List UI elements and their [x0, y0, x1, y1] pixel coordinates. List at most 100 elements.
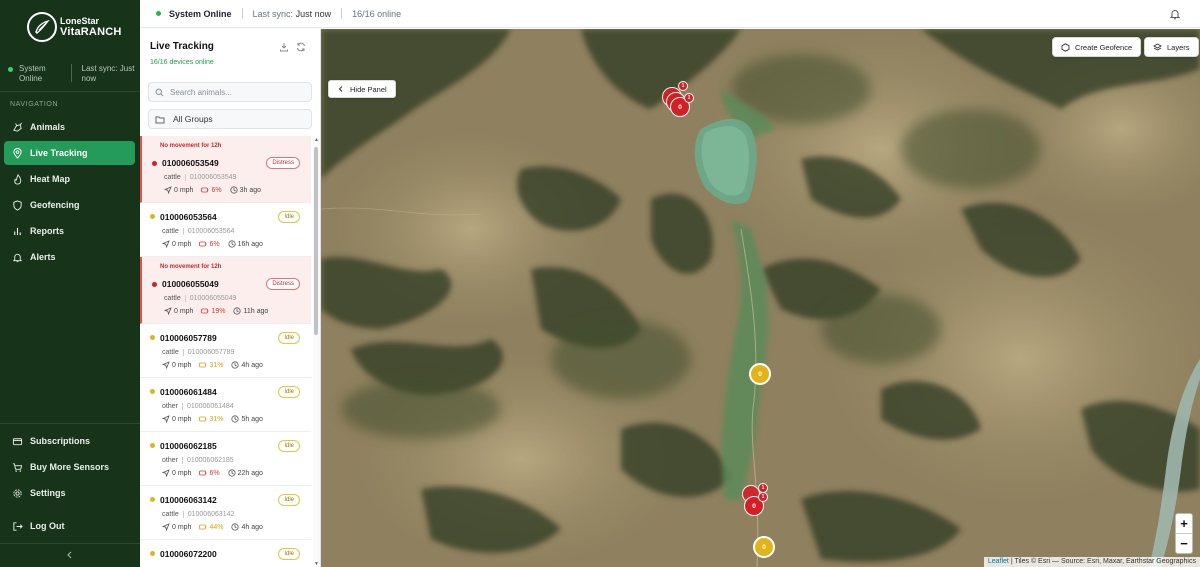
sidebar-last-sync: Last sync: Just now	[81, 64, 135, 83]
online-count: 16/16 online	[352, 8, 402, 19]
sidebar-item-label: Live Tracking	[30, 148, 88, 158]
gear-icon	[13, 488, 22, 498]
chevron-left-icon[interactable]	[64, 550, 76, 562]
animal-id: 010006053564	[160, 212, 217, 222]
satellite-map[interactable]: Hide Panel Create Geofence Layers 0 0 0 …	[321, 29, 1200, 567]
layers-button[interactable]: Layers	[1144, 37, 1199, 57]
create-geofence-button[interactable]: Create Geofence	[1052, 37, 1142, 57]
online-dot	[8, 67, 13, 72]
create-geofence-label: Create Geofence	[1075, 42, 1133, 52]
map-cluster-marker[interactable]: 1	[678, 81, 688, 91]
animal-id: 010006062185	[160, 441, 217, 451]
navigation-arrow-icon	[164, 186, 172, 194]
bar-chart-icon	[14, 227, 21, 235]
animal-list-item[interactable]: 010006062185 Idle other 010006062185 0 mp…	[140, 432, 311, 486]
sidebar-item-settings[interactable]: Settings	[4, 481, 135, 505]
sidebar-item-label: Buy More Sensors	[30, 462, 110, 472]
logout-icon	[13, 521, 23, 531]
status-dot	[150, 214, 155, 219]
battery-icon	[199, 470, 207, 476]
speed: 0 mph	[174, 186, 194, 194]
animal-list-item[interactable]: No movement for 12h 010006053549 Distres…	[140, 136, 311, 203]
search-icon	[155, 88, 164, 96]
animal-list-item[interactable]: 010006063142 Idle cattle 010006063142 0 m…	[140, 486, 311, 540]
battery: 6%	[209, 469, 220, 477]
animal-list-item[interactable]: No movement for 12h 010006055049 Distres…	[140, 257, 311, 324]
last-seen: 4h ago	[241, 523, 263, 531]
sidebar-item-alerts[interactable]: Alerts	[4, 245, 135, 269]
speed: 0 mph	[172, 523, 192, 531]
animal-type: other	[162, 457, 178, 464]
brand-bottom: VitaRANCH	[60, 26, 122, 38]
sidebar-status-online: System Online	[19, 64, 46, 83]
sync-label: Last sync:	[252, 8, 294, 19]
animal-id: 010006061484	[160, 387, 217, 397]
hide-panel-button[interactable]: Hide Panel	[328, 80, 396, 98]
sidebar-item-buy-more-sensors[interactable]: Buy More Sensors	[4, 455, 135, 479]
animal-list-item[interactable]: 010006072200 Idle	[140, 540, 311, 567]
attribution-text: | Tiles © Esri — Source: Esri, Maxar, Ea…	[1010, 558, 1196, 565]
list-scrollbar[interactable]: ▲ ▼	[313, 137, 320, 567]
map-cluster-marker[interactable]: 0	[753, 536, 775, 558]
battery-icon	[199, 524, 207, 530]
clock-icon	[229, 186, 238, 194]
brand-logo[interactable]: LoneStar VitaRANCH	[27, 12, 122, 42]
status-dot	[152, 282, 157, 287]
sidebar-item-live-tracking[interactable]: Live Tracking	[4, 141, 135, 165]
group-filter[interactable]: All Groups	[148, 109, 312, 129]
download-icon[interactable]	[279, 42, 289, 52]
last-seen: 22h ago	[237, 469, 263, 477]
animal-list-item[interactable]: 010006057789 Idle cattle 010006057789 0 m…	[140, 324, 311, 378]
status-badge: Idle	[278, 548, 300, 560]
paw-icon	[13, 122, 22, 132]
animal-tag: 010006061484	[181, 403, 234, 410]
scrollbar-thumb[interactable]	[314, 147, 318, 335]
sidebar-item-subscriptions[interactable]: Subscriptions	[4, 429, 135, 453]
sidebar-item-animals[interactable]: Animals	[4, 115, 135, 139]
sidebar-item-geofencing[interactable]: Geofencing	[4, 193, 135, 217]
cart-icon	[12, 462, 23, 472]
status-dot	[150, 335, 155, 340]
zoom-control: + −	[1175, 513, 1193, 554]
battery-icon	[199, 362, 207, 368]
sidebar-item-log-out[interactable]: Log Out	[4, 514, 135, 538]
status-dot	[150, 389, 155, 394]
sidebar-item-heat-map[interactable]: Heat Map	[4, 167, 135, 191]
hexagon-icon	[1061, 42, 1070, 52]
tracking-panel: Live Tracking 16/16 devices online All G…	[140, 29, 321, 567]
layers-icon	[1153, 42, 1162, 51]
map-cluster-marker[interactable]: 0	[749, 363, 771, 385]
search-field[interactable]	[148, 82, 312, 102]
refresh-icon[interactable]	[296, 42, 306, 52]
speed: 0 mph	[172, 415, 192, 423]
battery-icon	[201, 187, 209, 193]
animal-id: 010006057789	[160, 333, 217, 343]
status-badge: Distress	[266, 278, 300, 290]
zoom-out-button[interactable]: −	[1176, 534, 1192, 554]
sidebar: LoneStar VitaRANCH System Online Last sy…	[0, 0, 140, 567]
speed: 0 mph	[172, 240, 192, 248]
battery-icon	[199, 416, 207, 422]
notifications-bell-icon[interactable]	[1169, 8, 1181, 20]
navigation-arrow-icon	[164, 307, 172, 315]
map-cluster-marker[interactable]: 1	[684, 93, 694, 103]
bell-icon	[12, 253, 23, 262]
status-badge: Idle	[278, 440, 300, 452]
layers-label: Layers	[1167, 42, 1190, 52]
animal-type: cattle	[164, 174, 181, 181]
map-cluster-marker[interactable]: 1	[758, 492, 768, 502]
animal-list: No movement for 12h 010006053549 Distres…	[140, 136, 311, 567]
sidebar-item-label: Subscriptions	[30, 436, 91, 446]
status-badge: Idle	[278, 386, 300, 398]
zoom-in-button[interactable]: +	[1176, 514, 1192, 534]
search-input[interactable]	[170, 87, 300, 97]
animal-type: cattle	[162, 228, 179, 235]
animal-list-item[interactable]: 010006061484 Idle other 010006061484 0 mp…	[140, 378, 311, 432]
sidebar-item-label: Log Out	[30, 521, 65, 531]
sidebar-item-reports[interactable]: Reports	[4, 219, 135, 243]
sidebar-item-label: Geofencing	[30, 200, 80, 210]
animal-tag: 010006055049	[184, 295, 236, 302]
leaflet-link[interactable]: Leaflet	[988, 558, 1009, 565]
sidebar-item-label: Reports	[30, 226, 65, 236]
animal-list-item[interactable]: 010006053564 Idle cattle 010006053564 0 m…	[140, 203, 311, 257]
